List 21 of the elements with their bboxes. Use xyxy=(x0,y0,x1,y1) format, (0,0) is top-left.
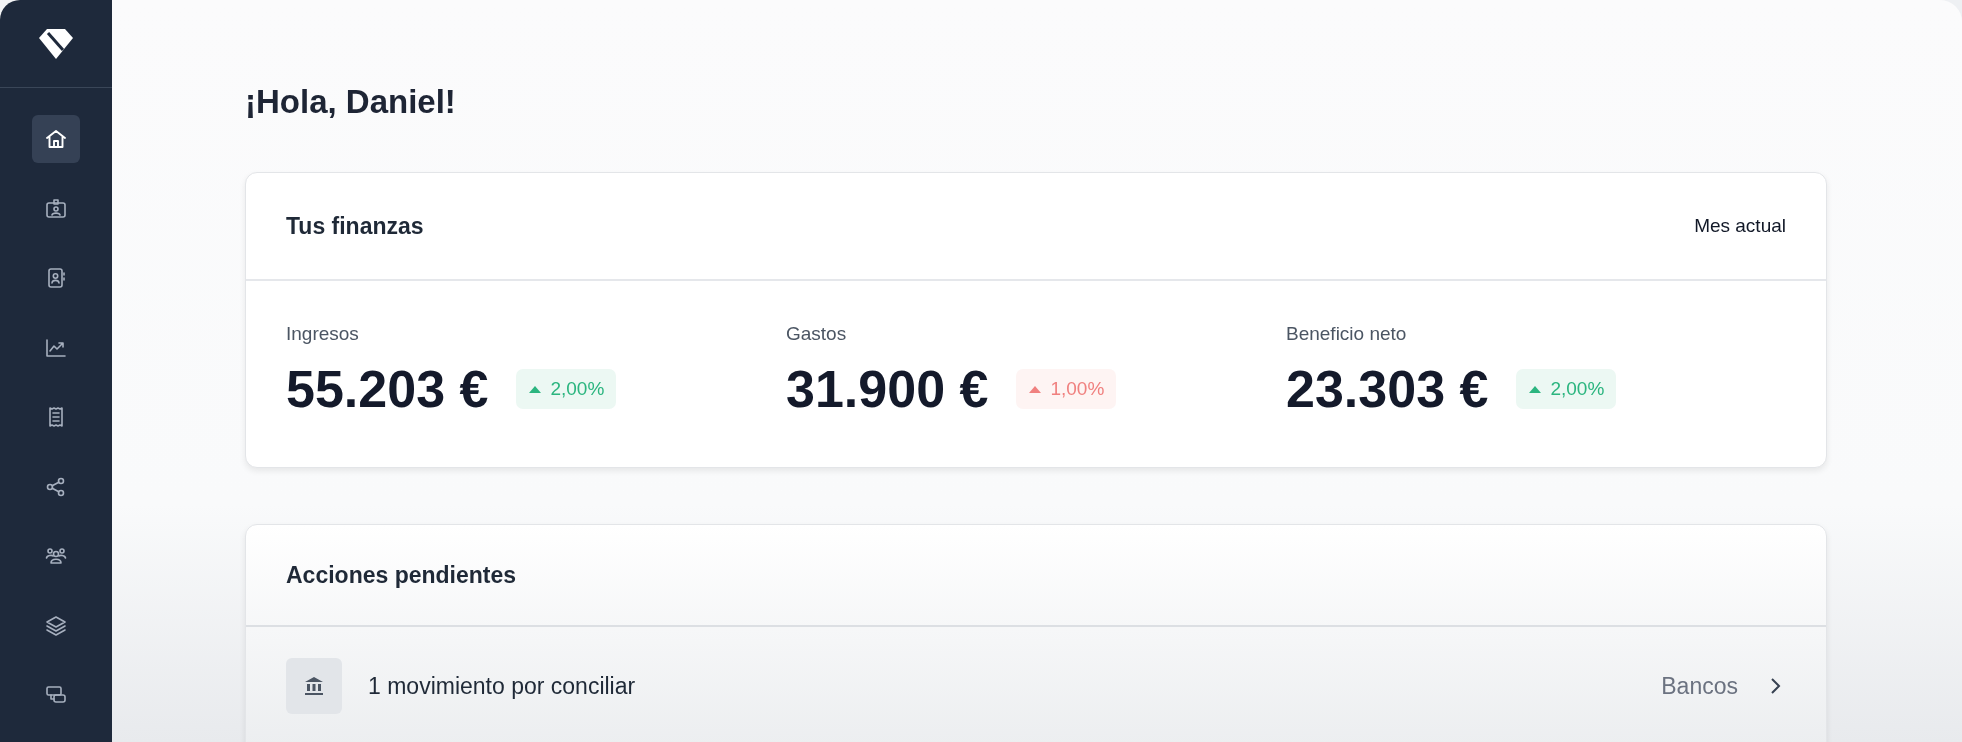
stat-value: 55.203 € xyxy=(286,359,489,419)
change-badge: 2,00% xyxy=(1516,369,1617,409)
change-badge: 1,00% xyxy=(1016,369,1117,409)
card-title: Acciones pendientes xyxy=(286,561,517,589)
pending-action: 1 movimiento por conciliar xyxy=(368,672,637,700)
stat-value: 23.303 € xyxy=(1286,359,1489,419)
greeting: ¡Hola, Daniel! xyxy=(245,82,457,122)
card-title: Tus finanzas xyxy=(286,212,424,240)
logo-icon xyxy=(39,28,73,59)
nav-item[interactable] xyxy=(32,115,80,163)
bank-icon xyxy=(286,658,342,714)
badge-icon xyxy=(44,196,68,221)
section-link[interactable]: Bancos xyxy=(1661,672,1738,700)
home-icon xyxy=(44,127,68,151)
layers-icon xyxy=(44,613,68,638)
period-selector[interactable]: Mes actual xyxy=(1694,215,1786,237)
stat-label: Beneficio neto xyxy=(1286,323,1408,345)
stat-label: Gastos xyxy=(786,323,848,345)
stat-label: Ingresos xyxy=(286,323,360,345)
change-badge: 2,00% xyxy=(516,369,617,409)
stat-value: 31.900 € xyxy=(786,359,989,419)
